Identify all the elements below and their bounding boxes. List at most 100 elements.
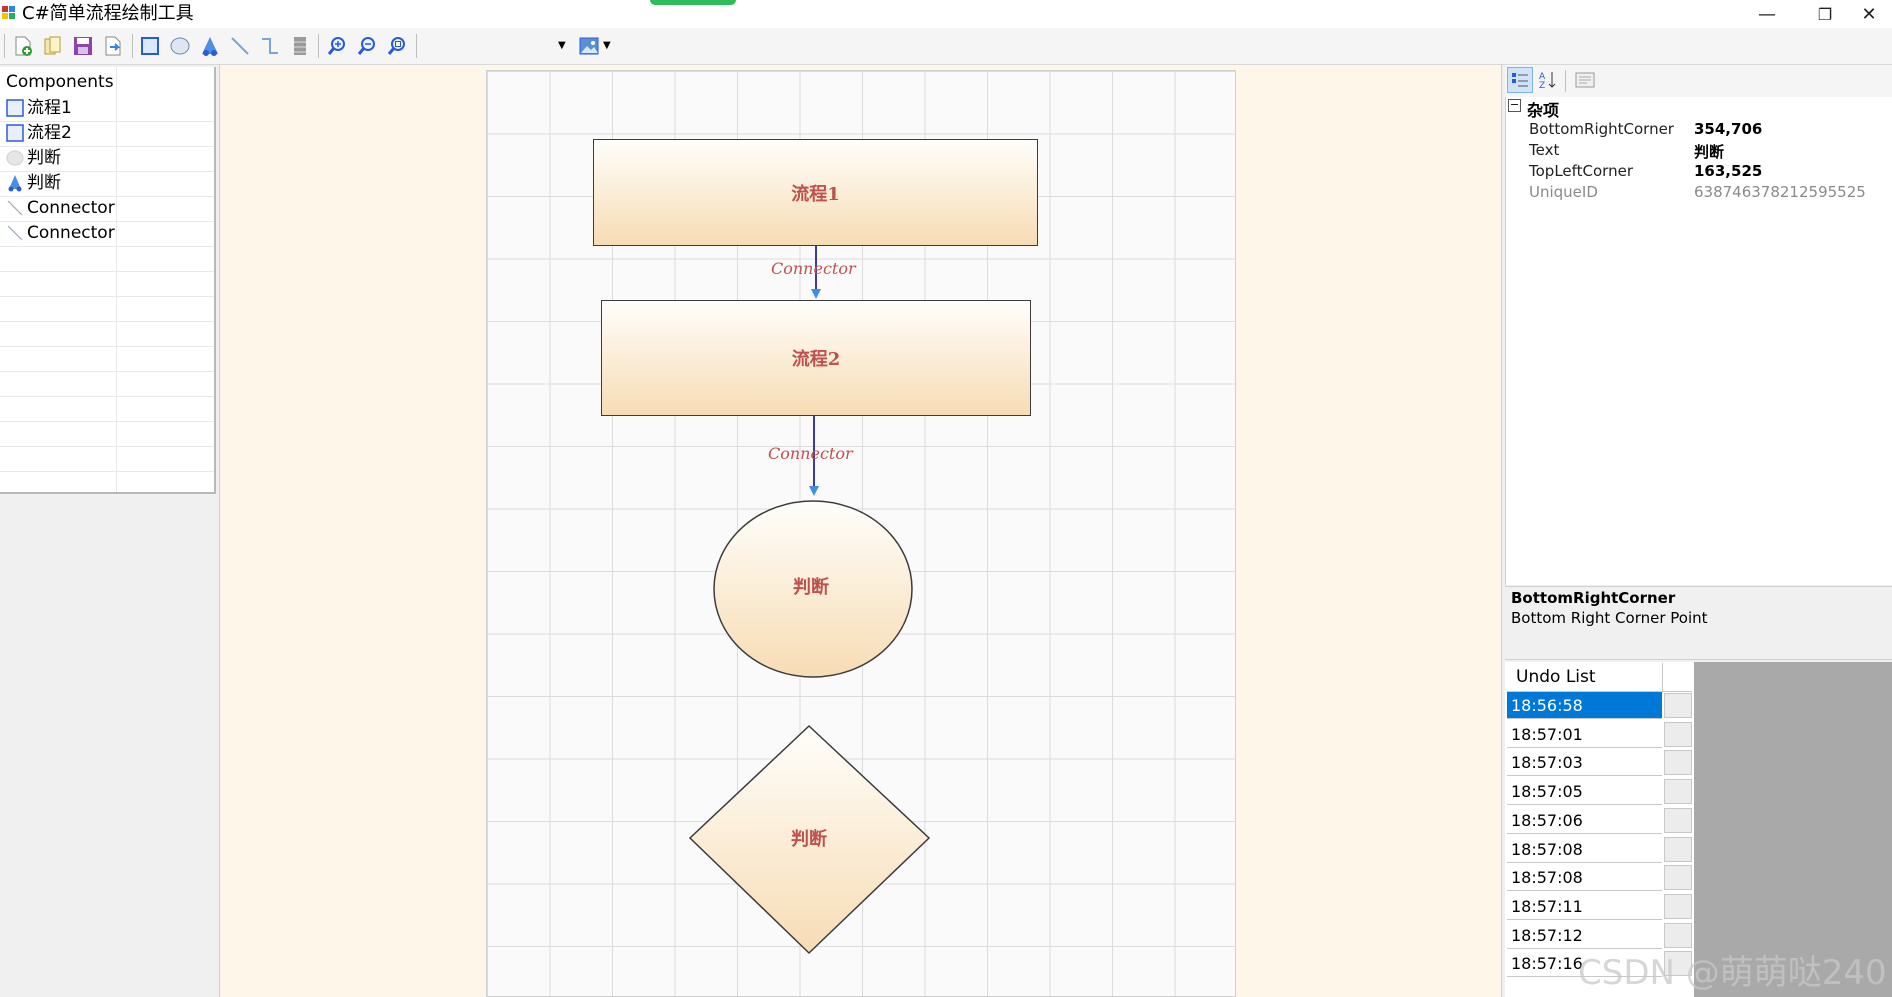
property-help-area: BottomRightCorner Bottom Right Corner Po…	[1505, 586, 1892, 660]
empty-row	[0, 321, 214, 347]
category-row[interactable]: − 杂项	[1505, 98, 1892, 120]
property-name: UniqueID	[1529, 183, 1598, 201]
ellipse-icon	[6, 150, 24, 166]
close-button[interactable]: ✕	[1846, 0, 1892, 28]
diamond-tool-icon[interactable]	[197, 33, 223, 59]
collapse-icon[interactable]: −	[1508, 99, 1521, 112]
empty-row	[0, 421, 214, 447]
property-row[interactable]: BottomRightCorner 354,706	[1505, 119, 1892, 140]
undo-item-cell[interactable]	[1664, 893, 1692, 919]
list-item[interactable]: Connector	[0, 196, 214, 222]
rectangle-tool-icon[interactable]	[137, 33, 163, 59]
property-row[interactable]: Text 判断	[1505, 140, 1892, 161]
undo-item[interactable]: 18:57:05	[1507, 778, 1662, 806]
category-label: 杂项	[1527, 101, 1560, 120]
process-shape-1[interactable]: 流程1	[593, 139, 1038, 246]
watermark: CSDN @萌萌哒240	[1578, 953, 1887, 993]
minimize-button[interactable]: —	[1738, 0, 1796, 28]
zoom-in-icon[interactable]	[324, 33, 350, 59]
undo-item[interactable]: 18:57:01	[1507, 721, 1662, 748]
ellipse-tool-icon[interactable]	[167, 33, 193, 59]
property-value[interactable]: 354,706	[1694, 120, 1762, 138]
dropdown-arrow-icon[interactable]: ▼	[558, 40, 566, 51]
zoom-out-icon[interactable]	[354, 33, 380, 59]
property-value: 638746378212595525	[1694, 183, 1866, 201]
layer-icon[interactable]	[287, 33, 313, 59]
empty-row	[0, 396, 214, 422]
image-icon[interactable]	[576, 33, 602, 59]
categorized-icon[interactable]	[1507, 67, 1533, 93]
list-item[interactable]: 判断	[0, 146, 214, 172]
component-label: Connector	[27, 198, 115, 218]
undo-item-cell[interactable]	[1664, 779, 1692, 805]
empty-row	[0, 446, 214, 472]
help-text: Bottom Right Corner Point	[1511, 609, 1708, 627]
image-dropdown-arrow-icon[interactable]: ▼	[603, 40, 611, 51]
property-row[interactable]: UniqueID 638746378212595525	[1505, 182, 1892, 203]
undo-item[interactable]: 18:57:08	[1507, 836, 1662, 863]
component-label: 判断	[27, 173, 61, 193]
undo-item-cell[interactable]	[1664, 693, 1692, 718]
undo-item-cell[interactable]	[1664, 865, 1692, 891]
title-bar	[0, 0, 1892, 28]
undo-item[interactable]: 18:56:58	[1507, 692, 1662, 719]
property-row[interactable]: TopLeftCorner 163,525	[1505, 161, 1892, 182]
component-label: 流程1	[27, 98, 72, 118]
line-icon	[7, 225, 23, 241]
components-header: Components	[6, 72, 114, 92]
property-value[interactable]: 163,525	[1694, 162, 1762, 180]
floating-tab[interactable]	[650, 0, 736, 5]
connector-tool-icon[interactable]	[257, 33, 283, 59]
undo-item-cell[interactable]	[1664, 750, 1692, 776]
empty-row	[0, 271, 214, 297]
property-name: BottomRightCorner	[1529, 120, 1674, 138]
rectangle-icon	[6, 124, 24, 142]
property-toolbar	[1505, 65, 1892, 97]
zoom-fit-icon[interactable]	[384, 33, 410, 59]
connector-label[interactable]: Connector	[771, 259, 856, 278]
shape-label: 判断	[791, 829, 827, 850]
connector-arrow-1	[811, 289, 821, 299]
empty-row	[0, 246, 214, 272]
new-file-icon[interactable]	[10, 33, 36, 59]
empty-row	[0, 371, 214, 397]
list-item[interactable]: 流程2	[0, 121, 214, 147]
undo-item-cell[interactable]	[1664, 807, 1692, 833]
shape-label: 流程1	[791, 183, 840, 205]
connector-label[interactable]: Connector	[768, 444, 853, 463]
save-icon[interactable]	[70, 33, 96, 59]
line-icon	[7, 200, 23, 216]
component-label: 判断	[27, 148, 61, 168]
undo-item[interactable]: 18:57:11	[1507, 893, 1662, 920]
undo-header: Undo List	[1516, 667, 1596, 687]
process-shape-2[interactable]: 流程2	[601, 300, 1031, 416]
list-item[interactable]: 流程1	[0, 96, 214, 122]
undo-item[interactable]: 18:57:06	[1507, 807, 1662, 834]
property-value[interactable]: 判断	[1694, 141, 1724, 162]
shape-label: 流程2	[791, 349, 841, 370]
list-item[interactable]: Connector	[0, 221, 214, 247]
undo-item-cell[interactable]	[1664, 836, 1692, 862]
diamond-icon	[8, 175, 22, 192]
sort-alpha-icon[interactable]: AZ	[1535, 67, 1561, 93]
undo-item-cell[interactable]	[1664, 721, 1692, 747]
rectangle-icon	[6, 99, 24, 117]
undo-item-cell[interactable]	[1664, 922, 1692, 948]
help-title: BottomRightCorner	[1511, 589, 1676, 607]
undo-item[interactable]: 18:57:08	[1507, 864, 1662, 892]
undo-item[interactable]: 18:57:03	[1507, 749, 1662, 777]
shape-label: 判断	[793, 577, 829, 598]
window-title: C#简单流程绘制工具	[22, 3, 194, 24]
property-name: TopLeftCorner	[1529, 162, 1633, 180]
property-pages-icon[interactable]	[1572, 67, 1598, 93]
line-tool-icon[interactable]	[227, 33, 253, 59]
open-file-icon[interactable]	[40, 33, 66, 59]
list-item[interactable]: 判断	[0, 171, 214, 197]
component-label: 流程2	[27, 123, 72, 143]
svg-text:Z: Z	[1539, 81, 1545, 90]
app-icon	[2, 6, 15, 19]
connector-arrow-2	[809, 486, 819, 496]
toolbar-grip[interactable]	[4, 34, 5, 58]
export-icon[interactable]	[100, 33, 126, 59]
empty-row	[0, 471, 214, 491]
